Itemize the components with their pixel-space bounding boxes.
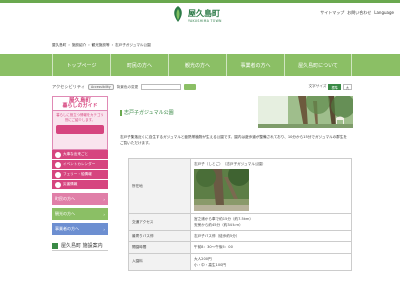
breadcrumb-sep: › [111,43,114,47]
chevron-right-icon: › [103,226,105,232]
cell-text: 安房から約45分（約34ｋｍ） [194,223,243,228]
sidebar-button-tourists[interactable]: 観光の方へ › [52,208,108,220]
cell-text: 小・中・高生100円 [194,262,227,267]
sidebar-promo: 暮らしに役立つ情報をカテゴリ別にご紹介します。 [52,110,108,150]
table-row: 入園料 大人200円 小・中・高生100円 [129,253,351,270]
sidebar-item-label: 災害情報 [63,182,78,186]
nav-residents[interactable]: 町民の方へ [110,54,168,76]
sidebar-button-residents[interactable]: 町民の方へ › [52,193,108,205]
sidebar-item-label: イベントカレンダー [63,162,96,166]
table-row: 交通アクセス 宮之浦から車で約15分（約7.5km） 安房から約45分（約34ｋ… [129,214,351,232]
nav-tourists[interactable]: 観光の方へ [168,54,226,76]
utility-links: サイトマップ お問い合わせ Language [320,10,394,16]
accessibility-bar: アクセシビリティ Accessibility 背景色の変更 文字サイズ 標準 大 [52,82,352,92]
building-icon [52,242,58,249]
table-row: 最寄りバス停 志戸子バス停（徒歩約5分） [129,231,351,243]
search-input[interactable] [141,84,182,90]
global-nav: トップページ 町民の方へ 観光の方へ 事業者の方へ 屋久島町について [0,54,400,76]
table-cell: 志戸子バス停（徒歩約5分） [191,231,351,241]
facility-label: 屋久島町 施設案内 [61,243,103,249]
breadcrumb: 屋久島町 › 施設紹介 › 観光施設等 › 志戸子ガジュマル公園 [52,43,151,48]
sidebar-item-label: フェリー・船情報 [63,172,92,176]
breadcrumb-facilities[interactable]: 施設紹介 [72,43,86,48]
chevron-right-icon: › [103,211,105,217]
accessibility-tool-button[interactable]: Accessibility [88,84,114,90]
logo-subtext: YAKUSHIMA TOWN [188,19,222,23]
ship-icon [55,171,61,178]
sidebar-button-business[interactable]: 事業者の方へ › [52,223,108,235]
table-header: 最寄りバス停 [129,231,191,242]
nav-top[interactable]: トップページ [52,54,110,76]
font-size-standard[interactable]: 標準 [328,84,341,90]
table-header: 入園料 [129,253,191,270]
font-size-label: 文字サイズ [308,84,327,88]
sidebar: 屋久島町 暮らしのガイド 暮らしに役立つ情報をカテゴリ別にご紹介します。 大事な… [52,96,108,251]
site-logo[interactable]: 屋久島町 YAKUSHIMA TOWN [170,5,240,27]
table-cell: 午前8：30～午後5：00 [191,242,351,252]
nav-about[interactable]: 屋久島町について [284,54,352,76]
sidebar-button-label: 事業者の方へ [55,226,79,231]
sidebar-item-disaster[interactable]: 災害情報 [52,180,108,190]
cell-text: 志戸子バス停（徒歩約5分） [194,234,240,239]
sidebar-head-2: 暮らしのガイド [62,102,98,109]
alert-icon [55,181,61,188]
park-photo [194,169,249,212]
nav-business[interactable]: 事業者の方へ [226,54,284,76]
circle-icon [55,151,61,158]
page-hero: 志戸子ガジュマル公園 [118,96,353,128]
sidebar-item-label: 大事な出来ごと [63,152,89,156]
sitemap-link[interactable]: サイトマップ [320,10,344,16]
logo-text: 屋久島町 [188,8,220,18]
promo-button[interactable] [56,124,104,134]
sidebar-header: 屋久島町 暮らしのガイド [52,96,108,110]
table-header: 交通アクセス [129,214,191,231]
search-button[interactable] [184,84,197,90]
sidebar-button-label: 町民の方へ [55,196,75,201]
table-cell: 大人200円 小・中・高生100円 [191,254,351,270]
contact-link[interactable]: お問い合わせ [347,10,371,16]
font-size-large[interactable]: 大 [342,84,352,90]
page-title-text: 志戸子ガジュマル公園 [124,110,174,116]
title-bar [120,109,122,116]
breadcrumb-tourism[interactable]: 観光施設等 [92,43,110,48]
font-size-controls: 文字サイズ 標準 大 [309,84,352,90]
table-header: 開園時間 [129,242,191,253]
sidebar-item-calendar[interactable]: イベントカレンダー [52,160,108,170]
accessibility-label: アクセシビリティ [52,84,86,89]
page-description: 志戸子集落近くに自生するガジュマルと亜熱帯植物が生える公園です。園内は遊歩道が整… [120,135,348,145]
table-row: 開園時間 午前8：30～午後5：00 [129,242,351,254]
hero-image [258,96,353,128]
breadcrumb-sep: › [68,43,70,47]
search-label: 背景色の変更 [116,84,139,89]
cell-text: 午前8：30～午後5：00 [194,245,233,250]
chevron-right-icon: › [103,196,105,202]
page-title: 志戸子ガジュマル公園 [120,109,174,116]
facility-guide[interactable]: 屋久島町 施設案内 [52,241,108,251]
logo-icon [174,6,182,22]
table-cell: 宮之浦から車で約15分（約7.5km） 安房から約45分（約34ｋｍ） [191,214,351,230]
top-strip [0,0,400,3]
table-row: 所在地 志戸子（しとご） （志戸子ガジュマル公園） [129,159,351,215]
table-header: 所在地 [129,159,191,214]
info-table: 所在地 志戸子（しとご） （志戸子ガジュマル公園） 交通アクセス 宮之浦から車で… [128,158,352,271]
breadcrumb-sep: › [88,43,90,47]
sidebar-item-events[interactable]: 大事な出来ごと [52,150,108,160]
table-cell: 志戸子（しとご） （志戸子ガジュマル公園） [191,159,351,213]
language-link[interactable]: Language [374,10,394,16]
cell-text: 志戸子（しとご） （志戸子ガジュマル公園） [194,162,266,166]
breadcrumb-current: 志戸子ガジュマル公園 [115,43,151,47]
sidebar-button-label: 観光の方へ [55,211,75,216]
promo-text: 暮らしに役立つ情報をカテゴリ別にご紹介します。 [56,113,104,122]
calendar-icon [55,161,61,168]
breadcrumb-home[interactable]: 屋久島町 [52,43,66,48]
sidebar-item-ferry[interactable]: フェリー・船情報 [52,170,108,180]
